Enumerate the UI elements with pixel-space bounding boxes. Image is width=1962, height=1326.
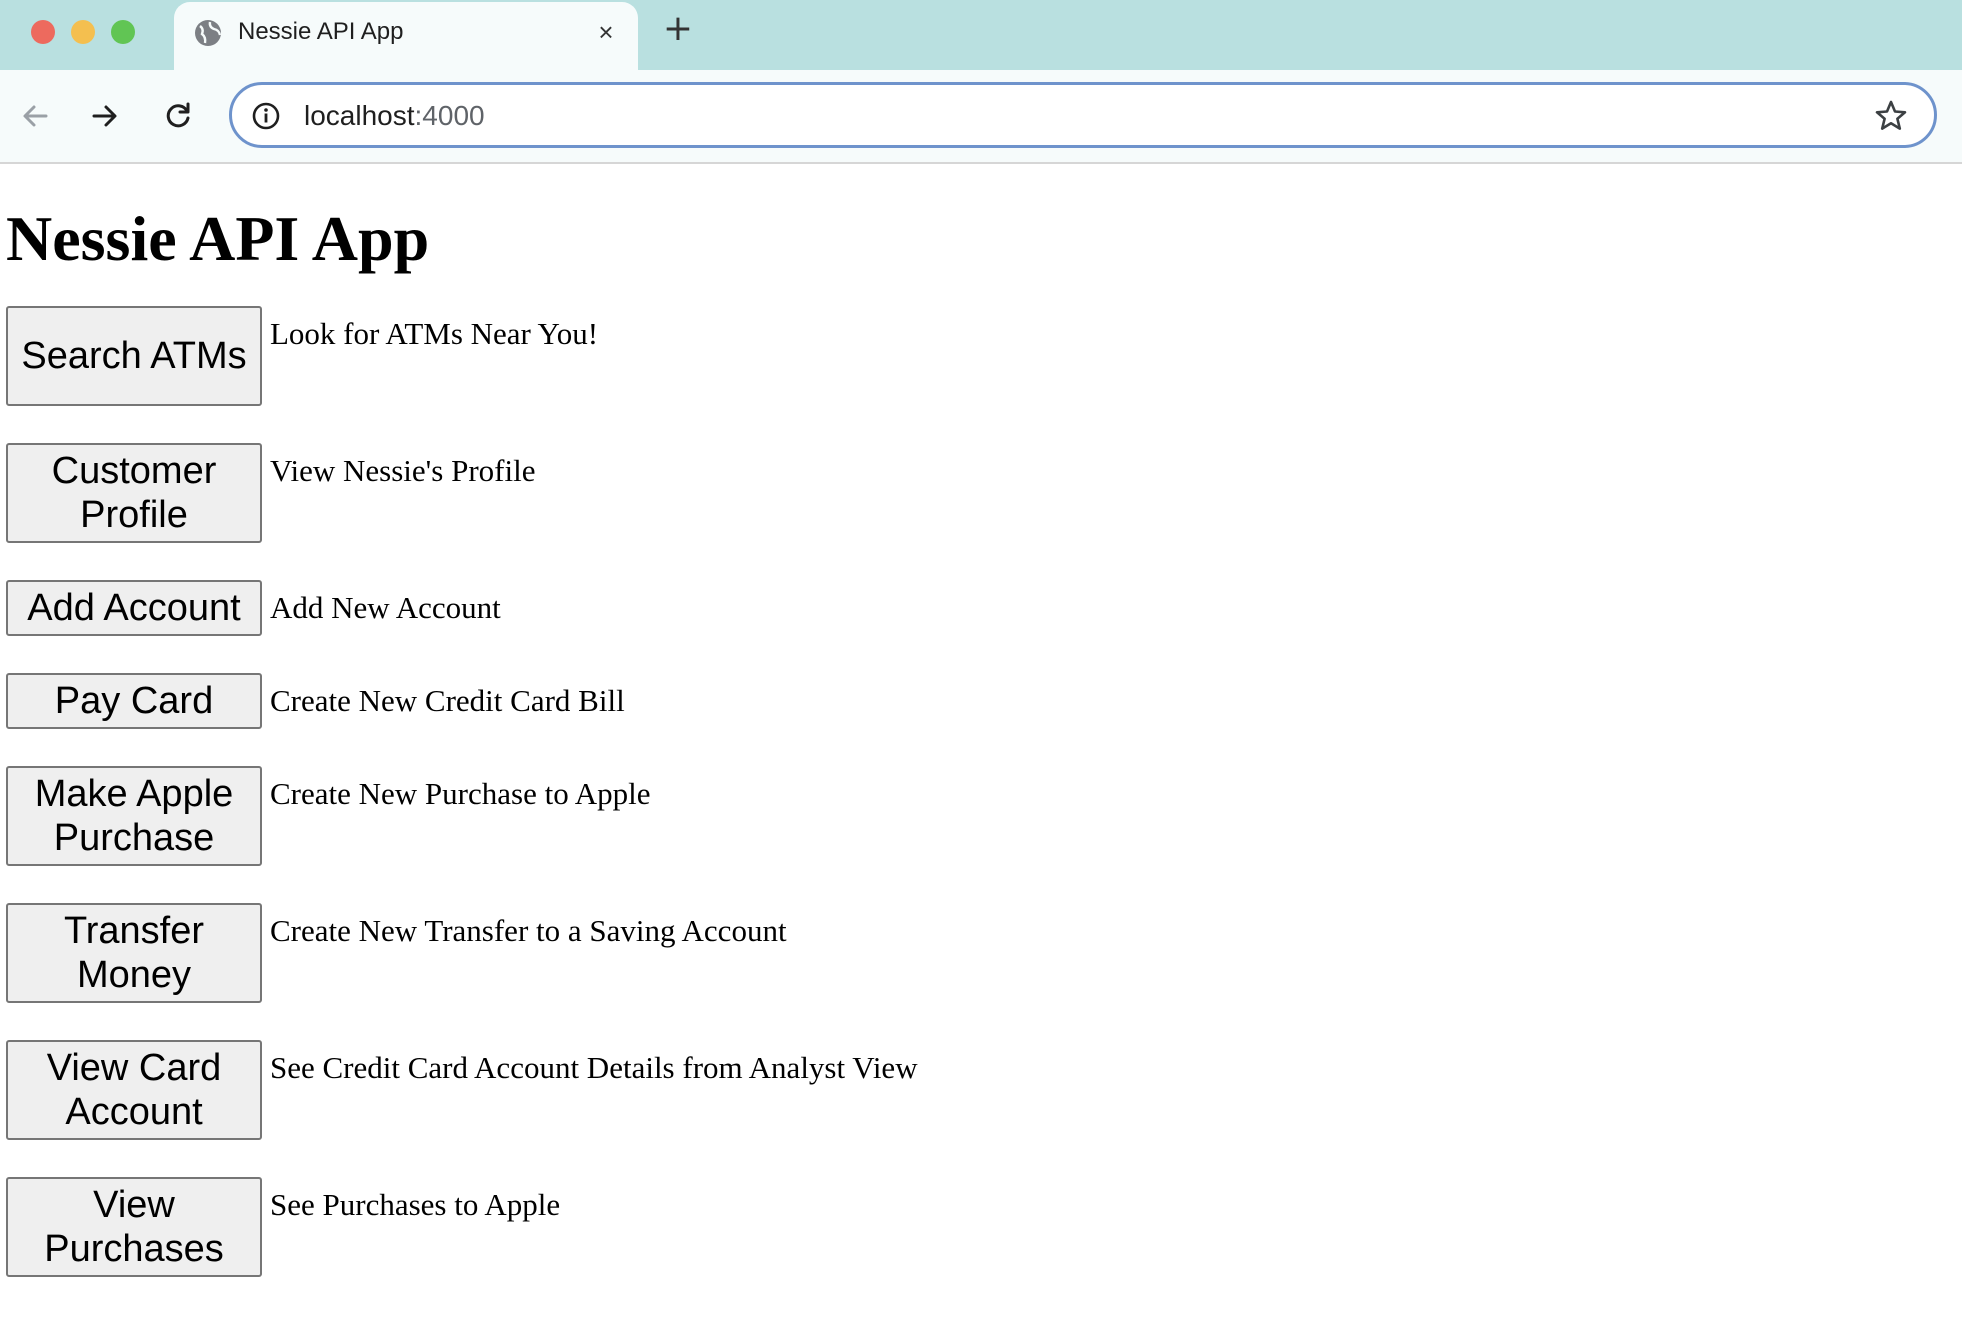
view-purchases-description: See Purchases to Apple bbox=[270, 1187, 561, 1222]
pay-card-button[interactable]: Pay Card bbox=[6, 673, 262, 729]
window-zoom-button[interactable] bbox=[111, 20, 135, 44]
make-apple-purchase-description: Create New Purchase to Apple bbox=[270, 776, 651, 811]
window-close-button[interactable] bbox=[31, 20, 55, 44]
window-minimize-button[interactable] bbox=[71, 20, 95, 44]
search-atms-description: Look for ATMs Near You! bbox=[270, 316, 599, 351]
browser-toolbar: localhost:4000 bbox=[0, 70, 1962, 164]
url-host: localhost bbox=[304, 100, 415, 131]
back-button[interactable] bbox=[13, 94, 57, 138]
url-port: :4000 bbox=[414, 100, 485, 131]
transfer-money-button[interactable]: Transfer Money bbox=[6, 903, 262, 1003]
active-tab[interactable]: Nessie API App × bbox=[174, 2, 638, 70]
customer-profile-button[interactable]: Customer Profile bbox=[6, 443, 262, 543]
new-tab-button[interactable]: + bbox=[662, 11, 694, 47]
url-text: localhost:4000 bbox=[304, 99, 485, 133]
info-icon[interactable] bbox=[251, 101, 281, 131]
add-account-button[interactable]: Add Account bbox=[6, 580, 262, 636]
forward-arrow-icon bbox=[92, 105, 117, 127]
view-card-account-description: See Credit Card Account Details from Ana… bbox=[270, 1050, 918, 1085]
address-bar[interactable]: localhost:4000 bbox=[229, 82, 1937, 148]
customer-profile-description: View Nessie's Profile bbox=[270, 453, 536, 488]
reload-icon bbox=[166, 102, 190, 128]
back-arrow-icon bbox=[23, 105, 48, 127]
forward-button[interactable] bbox=[83, 94, 127, 138]
view-purchases-button[interactable]: View Purchases bbox=[6, 1177, 262, 1277]
star-icon[interactable] bbox=[1874, 99, 1908, 133]
reload-button[interactable] bbox=[156, 94, 200, 138]
pay-card-description: Create New Credit Card Bill bbox=[270, 683, 625, 718]
transfer-money-description: Create New Transfer to a Saving Account bbox=[270, 913, 787, 948]
page-title: Nessie API App bbox=[6, 203, 430, 274]
tab-close-icon[interactable]: × bbox=[590, 16, 622, 48]
globe-icon bbox=[195, 20, 222, 46]
view-card-account-button[interactable]: View Card Account bbox=[6, 1040, 262, 1140]
tab-strip: Nessie API App × + bbox=[0, 0, 1962, 70]
search-atms-button[interactable]: Search ATMs bbox=[6, 306, 262, 406]
tab-title: Nessie API App bbox=[238, 18, 404, 45]
add-account-description: Add New Account bbox=[270, 590, 501, 625]
make-apple-purchase-button[interactable]: Make Apple Purchase bbox=[6, 766, 262, 866]
